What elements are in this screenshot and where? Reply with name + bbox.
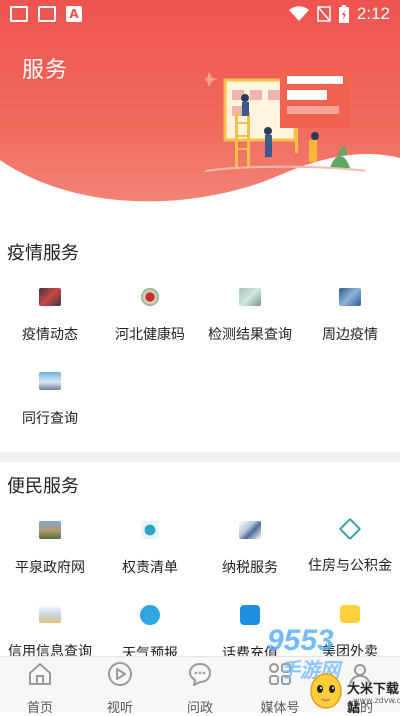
- chat-icon: [189, 663, 211, 686]
- media-icon: [269, 663, 291, 685]
- service-tile-travel-query[interactable]: 同行查询: [0, 372, 100, 428]
- header-banner: A 2:12 服务: [0, 0, 400, 225]
- service-tile-government-site[interactable]: 平泉政府网: [0, 521, 100, 577]
- service-tile-weather[interactable]: 天气预报: [100, 605, 200, 663]
- section-title-epidemic: 疫情服务: [7, 243, 79, 264]
- service-tile-credit-query[interactable]: 信用信息查询: [0, 605, 100, 661]
- no-signal-icon: [317, 6, 331, 22]
- section-divider: [0, 452, 400, 462]
- nav-video[interactable]: 视听: [90, 661, 150, 716]
- service-tile-housing-fund[interactable]: 住房与公积金: [300, 517, 400, 575]
- bottom-navigation: 首页 视听 问政 媒体号 我的: [0, 656, 400, 716]
- nav-profile[interactable]: 我的: [330, 661, 390, 716]
- service-tile-responsibility-list[interactable]: 权责清单: [100, 521, 200, 577]
- service-tile-nearby-epidemic[interactable]: 周边疫情: [300, 288, 400, 344]
- section-title-convenience: 便民服务: [7, 476, 79, 497]
- service-tile-tax-service[interactable]: 纳税服务: [200, 521, 300, 577]
- service-tile-phone-recharge[interactable]: 话费充值: [200, 605, 300, 663]
- service-tile-test-result[interactable]: 检测结果查询: [200, 288, 300, 344]
- train-icon: [39, 372, 61, 390]
- government-building-icon: [39, 521, 61, 539]
- weather-icon: [140, 605, 160, 625]
- gallery-icon: [38, 6, 56, 22]
- wifi-icon: [288, 6, 309, 21]
- test-result-icon: [239, 288, 261, 306]
- housing-icon: [338, 517, 362, 541]
- app-badge-icon: A: [66, 6, 82, 22]
- nearby-map-icon: [339, 288, 361, 306]
- service-tile-meituan[interactable]: 美团外卖: [300, 605, 400, 661]
- status-bar: A 2:12: [0, 0, 400, 30]
- clock: 2:12: [356, 4, 390, 23]
- phone-recharge-icon: [240, 605, 260, 625]
- list-icon: [141, 521, 159, 539]
- notification-icon: [10, 6, 28, 22]
- news-icon: [39, 288, 61, 306]
- service-illustration: [205, 68, 365, 173]
- play-icon: [108, 662, 132, 686]
- home-icon: [29, 663, 51, 685]
- meituan-icon: [340, 605, 360, 623]
- nav-media[interactable]: 媒体号: [250, 661, 310, 716]
- nav-home[interactable]: 首页: [10, 661, 70, 716]
- service-tile-epidemic-news[interactable]: 疫情动态: [0, 288, 100, 344]
- user-icon: [349, 664, 371, 686]
- page-title: 服务: [22, 58, 69, 83]
- health-code-icon: [141, 288, 159, 306]
- service-tile-health-code[interactable]: 河北健康码: [100, 288, 200, 344]
- battery-icon: [338, 5, 349, 23]
- tax-icon: [239, 521, 261, 539]
- credit-icon: [39, 605, 61, 623]
- nav-inquiry[interactable]: 问政: [170, 661, 230, 716]
